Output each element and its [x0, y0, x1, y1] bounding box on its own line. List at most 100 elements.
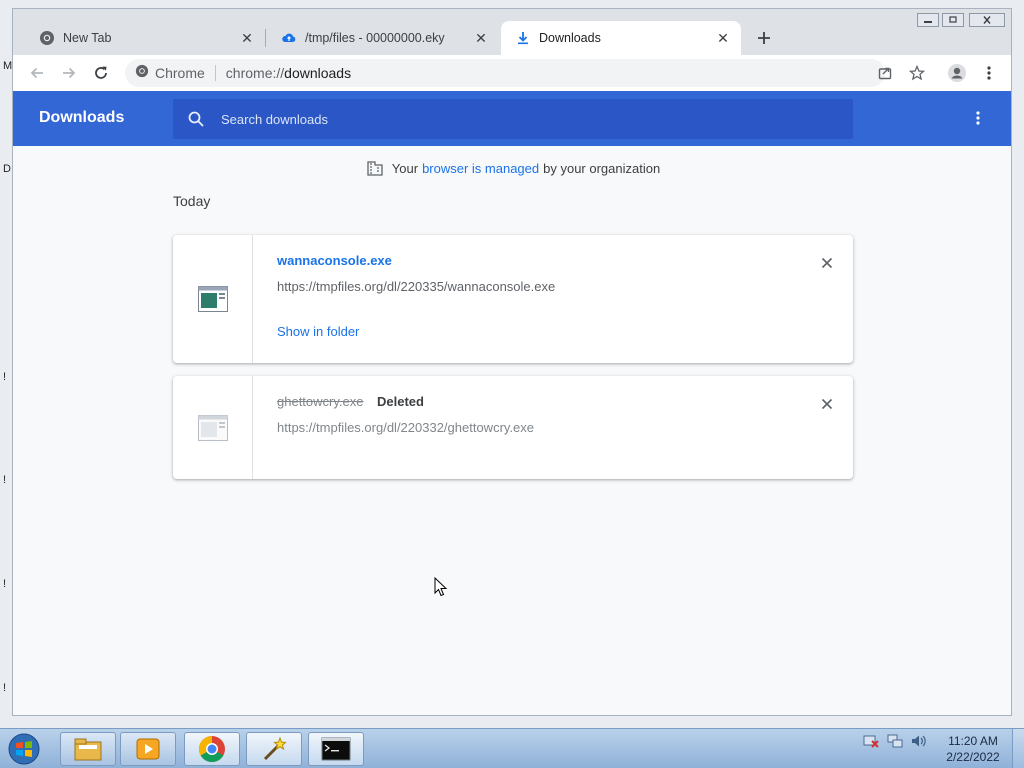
download-filename: ghettowcry.exe	[277, 394, 364, 409]
magic-wand-icon	[263, 736, 287, 761]
download-item: wannaconsole.exe https://tmpfiles.org/dl…	[173, 235, 853, 363]
desktop-edge-text: !	[3, 371, 7, 383]
tab-tmp-files[interactable]: /tmp/files - 00000000.eky ✕	[267, 21, 499, 55]
more-vert-icon	[976, 111, 980, 125]
downloads-page: Downloads Your browser is managed by you…	[13, 91, 1011, 715]
taskbar-media-player[interactable]	[120, 732, 176, 766]
tab-strip: New Tab ✕ /tmp/files - 00000000.eky ✕ Do…	[13, 9, 1011, 55]
chrome-icon	[39, 30, 55, 46]
address-bar[interactable]: Chrome chrome://downloads	[125, 59, 885, 87]
restore-button[interactable]	[942, 13, 964, 27]
managed-text-prefix: Your	[391, 160, 419, 176]
tab-separator	[265, 29, 266, 47]
taskbar: 11:20 AM 2/22/2022	[0, 728, 1024, 768]
remove-download-button[interactable]	[817, 253, 837, 273]
download-filename-link[interactable]: wannaconsole.exe	[277, 253, 392, 268]
desktop-edge-text: M	[3, 60, 13, 72]
cloud-upload-icon	[281, 30, 297, 46]
windows-logo-icon	[8, 733, 40, 765]
page-title: Downloads	[39, 109, 125, 126]
taskbar-command-prompt[interactable]	[308, 732, 364, 766]
exe-file-icon	[197, 286, 228, 312]
managed-text-suffix: by your organization	[543, 160, 661, 176]
close-icon[interactable]: ✕	[473, 30, 489, 46]
download-icon	[515, 30, 531, 46]
chrome-icon	[198, 735, 225, 763]
close-icon	[821, 257, 833, 269]
exe-file-icon	[197, 414, 228, 441]
close-icon	[821, 398, 833, 410]
volume-icon[interactable]	[910, 733, 928, 749]
desktop-edge-text: D	[3, 163, 11, 175]
file-icon-column	[173, 235, 253, 363]
close-window-button[interactable]	[969, 13, 1005, 27]
show-in-folder-link[interactable]: Show in folder	[277, 324, 359, 339]
url-path: downloads	[284, 65, 352, 81]
search-box[interactable]	[173, 99, 853, 139]
tab-title: /tmp/files - 00000000.eky	[305, 31, 445, 45]
site-label: Chrome	[155, 65, 205, 81]
file-icon-column	[173, 376, 253, 479]
downloads-menu-button[interactable]	[967, 107, 989, 129]
section-heading: Today	[173, 193, 211, 209]
start-button[interactable]	[4, 731, 44, 767]
star-icon	[909, 65, 925, 81]
avatar-icon	[948, 64, 966, 82]
reload-button[interactable]	[89, 61, 113, 85]
network-error-icon[interactable]	[862, 733, 880, 749]
more-vert-icon	[987, 66, 991, 80]
show-desktop-button[interactable]	[1012, 729, 1024, 768]
close-icon[interactable]: ✕	[715, 30, 731, 46]
desktop-edge-text: !	[3, 474, 7, 486]
close-icon[interactable]: ✕	[239, 30, 255, 46]
arrow-left-icon	[30, 67, 43, 79]
downloads-header: Downloads	[13, 91, 1011, 146]
chrome-icon	[135, 64, 149, 83]
minimize-button[interactable]	[917, 13, 939, 27]
share-button[interactable]	[873, 61, 897, 85]
profile-button[interactable]	[945, 61, 969, 85]
taskbar-wizard-app[interactable]	[246, 732, 302, 766]
tab-new-tab[interactable]: New Tab ✕	[25, 21, 265, 55]
taskbar-chrome[interactable]	[184, 732, 240, 766]
new-tab-button[interactable]	[753, 27, 775, 49]
minimize-icon	[924, 21, 932, 23]
network-icon[interactable]	[886, 733, 904, 749]
search-icon	[188, 111, 204, 127]
tab-title: Downloads	[539, 31, 601, 45]
download-url[interactable]: https://tmpfiles.org/dl/220335/wannacons…	[277, 279, 555, 294]
forward-button[interactable]	[57, 61, 81, 85]
restore-icon	[949, 16, 957, 23]
back-button[interactable]	[25, 61, 49, 85]
remove-download-button[interactable]	[817, 394, 837, 414]
download-item: ghettowcry.exe Deleted https://tmpfiles.…	[173, 376, 853, 479]
taskbar-clock[interactable]: 11:20 AM 2/22/2022	[938, 733, 1008, 765]
tab-title: New Tab	[63, 31, 112, 45]
browser-toolbar: Chrome chrome://downloads	[13, 55, 1011, 91]
search-input[interactable]	[221, 111, 821, 127]
desktop-edge-text: !	[3, 682, 7, 694]
mouse-cursor-icon	[434, 577, 448, 597]
address-separator	[214, 65, 216, 81]
tab-downloads[interactable]: Downloads ✕	[501, 21, 741, 55]
download-url[interactable]: https://tmpfiles.org/dl/220332/ghettowcr…	[277, 420, 534, 435]
clock-time: 11:20 AM	[948, 734, 998, 748]
reload-icon	[95, 66, 107, 79]
managed-link[interactable]: browser is managed	[422, 161, 539, 176]
managed-notice: Your browser is managed by your organiza…	[13, 159, 1011, 177]
desktop-edge-text: !	[3, 578, 7, 590]
file-explorer-icon	[74, 738, 102, 761]
url-scheme: chrome://	[225, 65, 285, 81]
system-tray	[862, 733, 934, 749]
close-icon	[983, 16, 991, 24]
media-player-icon	[136, 738, 160, 760]
taskbar-file-explorer[interactable]	[60, 732, 116, 766]
bookmark-button[interactable]	[905, 61, 929, 85]
menu-button[interactable]	[977, 61, 1001, 85]
url-text: chrome://downloads	[226, 65, 351, 81]
share-icon	[878, 67, 892, 80]
chrome-window: New Tab ✕ /tmp/files - 00000000.eky ✕ Do…	[12, 8, 1012, 716]
download-status: Deleted	[377, 394, 424, 409]
cmd-icon	[321, 737, 351, 761]
arrow-right-icon	[63, 67, 76, 79]
